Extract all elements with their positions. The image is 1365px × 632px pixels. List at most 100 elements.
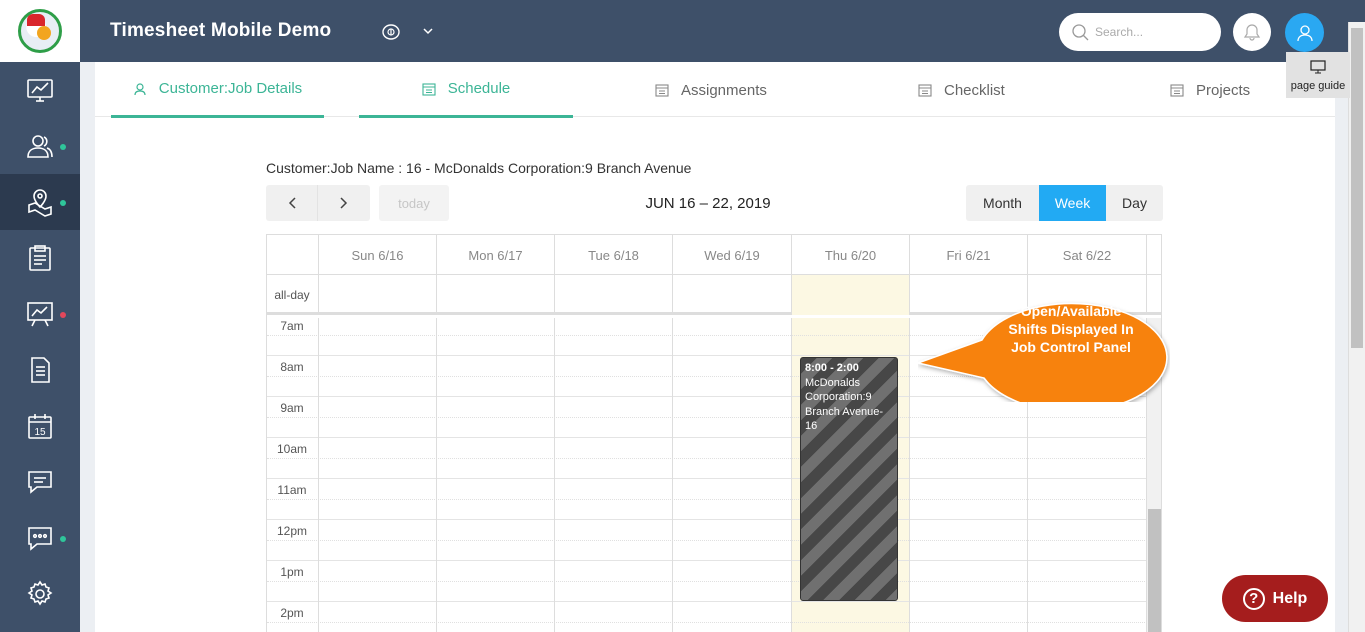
page-scrollbar[interactable] [1348,22,1365,632]
column-line [791,318,792,632]
chevron-down-icon[interactable] [422,26,434,36]
document-icon [31,357,50,383]
hour-line [267,560,1147,561]
sidebar-item-clipboard[interactable] [0,230,80,286]
view-week-button[interactable]: Week [1039,185,1106,221]
tab-assignments[interactable]: Assignments [655,62,767,118]
day-header[interactable]: Sat 6/22 [1027,235,1146,275]
time-label: 2pm [280,606,304,620]
sidebar-item-reports[interactable] [0,286,80,342]
open-shift-event[interactable]: 8:00 - 2:00 McDonalds Corporation:9 Bran… [800,357,898,601]
time-label: 11am [277,483,307,497]
sidebar-item-chat[interactable] [0,510,80,566]
hour-line [267,437,1147,438]
logo-mark [18,9,62,53]
callout-text: Open/Available Shifts Displayed In Job C… [1008,303,1134,355]
time-label: 12pm [276,524,308,538]
calendar-icon [655,84,669,97]
sidebar-item-messages[interactable] [0,454,80,510]
map-pin-icon [28,189,52,217]
calendar-icon-text: 15 [34,427,46,438]
job-name: Customer:Job Name : 16 - McDonalds Corpo… [266,160,692,176]
sidebar-item-employees[interactable] [0,118,80,174]
status-dot [60,536,66,542]
status-dot [60,144,66,150]
tab-label: Checklist [944,81,1005,99]
info-icon[interactable] [382,24,400,40]
tab-label: Assignments [681,81,767,99]
calendar-icon [918,84,932,97]
half-hour-line [267,622,1147,623]
chevron-left-icon [288,197,296,209]
tab-bar: Customer:Job Details Schedule Assignment… [95,62,1335,118]
monitor-chart-icon [27,79,53,102]
app-title: Timesheet Mobile Demo [110,20,332,41]
help-label: Help [1272,589,1308,607]
notifications-button[interactable] [1233,13,1271,51]
column-line [554,318,555,632]
column-line [436,318,437,632]
sidebar-item-documents[interactable] [0,342,80,398]
tab-label: Schedule [447,80,511,97]
day-header[interactable]: Thu 6/20 [791,235,909,275]
next-week-button[interactable] [318,185,370,221]
half-hour-line [267,499,1147,500]
user-menu-button[interactable] [1285,13,1324,52]
event-time: 8:00 - 2:00 [805,362,859,374]
all-day-cell[interactable] [318,275,436,315]
tab-schedule[interactable]: Schedule [359,62,573,118]
all-day-cell[interactable] [554,275,672,315]
column-line [318,318,319,632]
calendar-icon: 15 [28,414,52,439]
day-header[interactable]: Tue 6/18 [554,235,672,275]
hour-line [267,478,1147,479]
day-header[interactable]: Sun 6/16 [318,235,436,275]
status-dot [60,312,66,318]
view-month-button[interactable]: Month [966,185,1039,221]
clipboard-icon [29,245,51,271]
calendar-scrollbar-thumb[interactable] [1148,509,1161,632]
tab-label: Projects [1196,81,1251,99]
page-guide-button[interactable]: page guide [1286,52,1350,98]
all-day-label: all-day [274,288,310,302]
user-icon [1296,24,1313,41]
users-icon [27,135,53,158]
day-header[interactable]: Mon 6/17 [436,235,554,275]
hour-line [267,601,1147,602]
day-header[interactable]: Fri 6/21 [909,235,1027,275]
tab-projects[interactable]: Projects [1170,62,1250,118]
header-spacer [1146,235,1161,275]
date-range-title: JUN 16 – 22, 2019 [645,195,771,212]
half-hour-line [267,417,1147,418]
presentation-icon [27,302,53,327]
half-hour-line [267,458,1147,459]
app-logo[interactable] [0,0,80,62]
sidebar-item-calendar[interactable]: 15 [0,398,80,454]
hour-line [267,519,1147,520]
view-day-button[interactable]: Day [1106,185,1163,221]
gear-icon [27,580,53,606]
search-input[interactable] [1095,22,1213,42]
prev-week-button[interactable] [266,185,318,221]
today-button[interactable]: today [379,185,449,221]
all-day-cell[interactable] [436,275,554,315]
event-title: McDonalds Corporation:9 Branch Avenue-16 [805,376,884,433]
sidebar-item-dashboard[interactable] [0,62,80,118]
tab-customer-job-details[interactable]: Customer:Job Details [111,62,324,118]
help-button[interactable]: ? Help [1222,575,1328,622]
column-line [909,318,910,632]
page-scrollbar-thumb[interactable] [1351,28,1363,348]
tab-label: Customer:Job Details [158,80,303,97]
all-day-cell[interactable] [672,275,791,315]
sidebar: 15 [0,0,80,632]
time-label: 10am [276,442,308,456]
user-icon [134,82,146,95]
tab-checklist[interactable]: Checklist [918,62,1005,118]
sidebar-item-settings[interactable] [0,566,80,622]
search-box [1059,13,1221,51]
sidebar-item-job-map[interactable] [0,174,80,230]
day-header[interactable]: Wed 6/19 [672,235,791,275]
calendar-icon [1170,84,1184,97]
all-day-cell-today[interactable] [791,275,909,315]
question-icon: ? [1242,587,1265,610]
